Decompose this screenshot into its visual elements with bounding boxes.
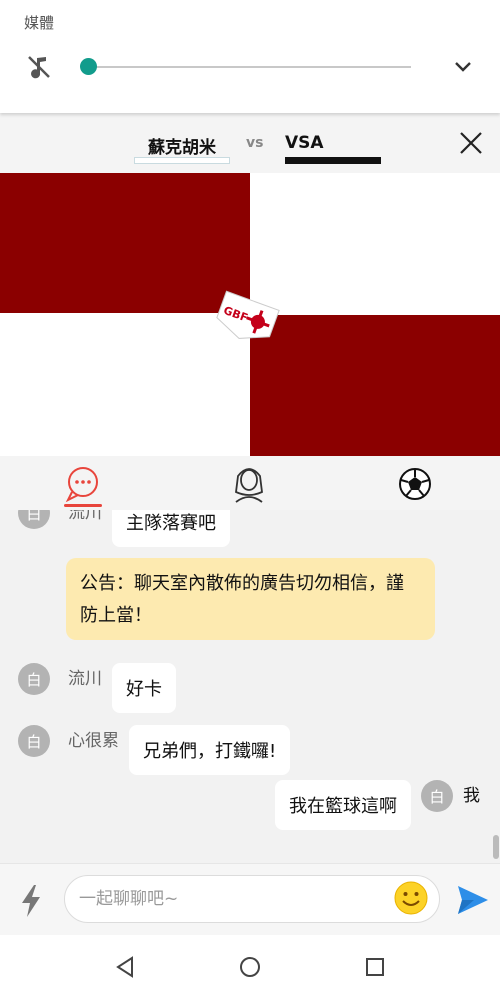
media-panel: 媒體: [0, 0, 500, 113]
music-off-icon[interactable]: [26, 54, 52, 80]
vs-label: vs: [246, 135, 264, 151]
volume-slider-track[interactable]: [88, 66, 411, 68]
team-banner: GBF: [0, 173, 500, 456]
avatar[interactable]: 白: [421, 780, 453, 812]
message-bubble: 好卡: [112, 663, 176, 713]
announcement-notice: 公告：聊天室內散佈的廣告切勿相信，謹防上當！: [66, 558, 435, 640]
chat-area[interactable]: 白 流川 主隊落賽吧 公告：聊天室內散佈的廣告切勿相信，謹防上當！ 白 流川 好…: [0, 510, 500, 863]
send-icon[interactable]: [456, 884, 490, 916]
team-b-color-bar: [285, 157, 381, 164]
avatar[interactable]: 白: [18, 725, 50, 757]
message-bubble: 主隊落賽吧: [112, 510, 230, 547]
system-navigation-bar: [0, 935, 500, 1000]
home-icon[interactable]: [237, 954, 263, 980]
chat-message: 白 心很累 兄弟們，打鐵囉!: [18, 725, 291, 775]
team-b-name: VSA: [285, 133, 324, 153]
scrollbar[interactable]: [493, 835, 499, 859]
volume-slider-thumb[interactable]: [80, 58, 97, 75]
media-label: 媒體: [24, 14, 55, 32]
message-bubble: 兄弟們，打鐵囉!: [129, 725, 291, 775]
team-logo-icon: GBF: [216, 290, 280, 339]
chat-message: 白 流川 好卡: [18, 663, 176, 713]
emoji-icon[interactable]: [394, 881, 428, 915]
person-icon[interactable]: [166, 462, 332, 506]
chat-input[interactable]: 一起聊聊吧~: [64, 875, 440, 923]
chat-input-bar: 一起聊聊吧~: [0, 863, 500, 936]
self-chat-message: 我在籃球這啊 白 我: [275, 780, 480, 830]
active-tab-indicator: [64, 504, 102, 507]
avatar[interactable]: 白: [18, 510, 50, 529]
soccer-ball-icon[interactable]: [332, 462, 498, 506]
avatar[interactable]: 白: [18, 663, 50, 695]
team-a-name: 蘇克胡米: [148, 138, 216, 158]
back-icon[interactable]: [112, 954, 138, 980]
close-icon[interactable]: [458, 130, 484, 156]
message-nickname: 我: [463, 786, 480, 806]
message-nickname: 流川: [68, 510, 102, 523]
chat-bubble-icon[interactable]: [0, 462, 166, 506]
banner-dark-block: [250, 315, 500, 456]
message-nickname: 流川: [68, 669, 102, 689]
recents-icon[interactable]: [362, 954, 388, 980]
lightning-icon[interactable]: [18, 884, 44, 918]
message-bubble: 我在籃球這啊: [275, 780, 411, 830]
team-a-color-bar: [134, 157, 230, 164]
tab-bar: [0, 456, 500, 510]
chevron-down-icon[interactable]: [452, 58, 474, 76]
message-nickname: 心很累: [68, 731, 119, 751]
chat-message: 白 流川 主隊落賽吧: [18, 510, 230, 547]
match-header: 蘇克胡米 vs VSA: [0, 113, 500, 173]
